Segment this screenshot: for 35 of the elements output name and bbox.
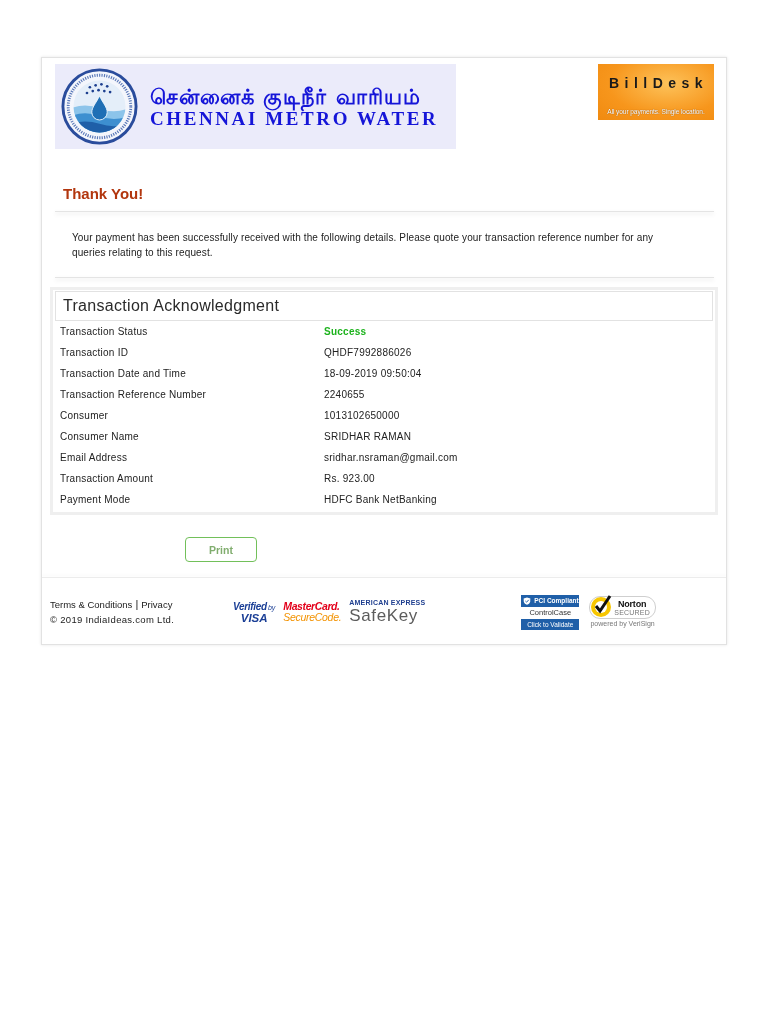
field-value: 1013102650000 [324,410,400,421]
thank-you-heading: Thank You! [63,184,144,204]
field-label: Transaction Date and Time [60,368,187,379]
checkmark-icon [589,593,614,618]
logo-text: SecureCode. [283,612,342,623]
status-value: Success [324,326,367,337]
link-separator: | [135,598,139,611]
logo-wordmark: BillDesk [607,75,709,91]
field-label: Transaction Reference Number [60,389,208,400]
footer-link[interactable]: Privacy [141,598,173,611]
field-value: HDFC Bank NetBanking [324,494,437,505]
field-label: Consumer [60,410,110,421]
field-label: Email Address [60,452,129,463]
field-label: Consumer Name [60,431,140,442]
field-value: 18-09-2019 09:50:04 [324,368,422,379]
field-value: SRIDHAR RAMAN [324,431,412,442]
seal-text: Norton [617,598,647,609]
field-label: Payment Mode [60,494,132,505]
logo-text: VISA [240,612,268,624]
payment-message: Your payment has been successfully received with the following details. Please quote your transaction reference number for any queries relating to this request. [72,231,655,260]
acknowledgment-title: Transaction Acknowledgment [55,291,713,321]
logo-text: SafeKey [349,607,418,625]
field-value: Rs. 923.00 [324,473,375,484]
field-label: Transaction ID [60,347,130,358]
field-label: Transaction Amount [60,473,155,484]
footer-link[interactable]: Terms & Conditions [50,598,133,611]
water-drop-emblem-icon [61,68,138,145]
logo-text: Verified [233,600,267,612]
logo-text: MasterCard. [283,601,340,612]
field-label: Transaction Status [60,326,149,337]
field-value: 2240655 [324,389,365,400]
shield-icon [523,596,532,605]
copyright-text: © 2019 IndiaIdeas.com Ltd. [50,613,176,626]
field-value: sridhar.nsraman@gmail.com [324,452,458,463]
field-value: QHDF7992886026 [324,347,412,358]
